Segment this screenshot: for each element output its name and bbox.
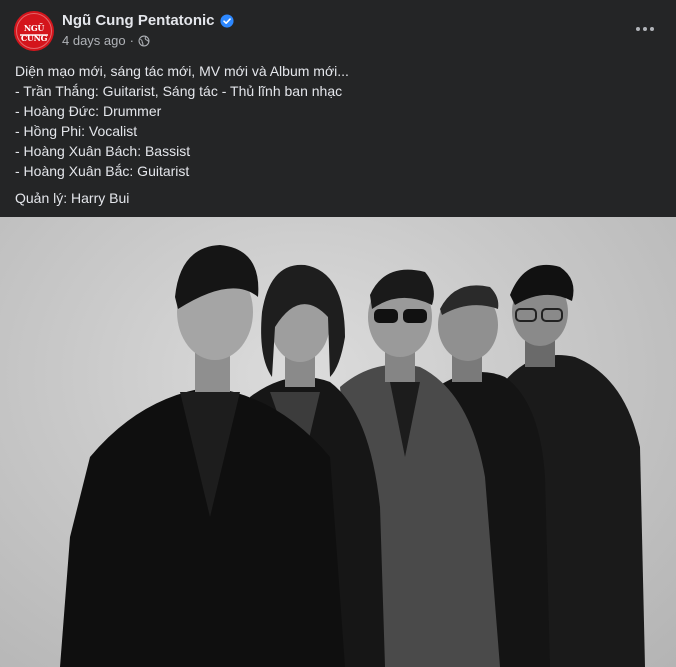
page-name-link[interactable]: Ngũ Cung Pentatonic [62, 12, 215, 29]
post-photo[interactable] [0, 217, 676, 667]
post-meta: 4 days ago · [62, 33, 150, 48]
facebook-post: NGŨ CUNG Ngũ Cung Pentatonic 4 days ago … [0, 0, 676, 667]
more-options-button[interactable] [630, 14, 660, 44]
verified-badge-icon [219, 13, 234, 28]
post-text-manager: Quản lý: Harry Bui [15, 190, 130, 206]
post-text: Diện mạo mới, sáng tác mới, MV mới và Al… [15, 61, 655, 208]
band-photo-illustration [60, 245, 645, 667]
avatar-logo-text: NGŨ CUNG [20, 23, 48, 43]
name-row: Ngũ Cung Pentatonic [62, 12, 234, 29]
post-text-line: Diện mạo mới, sáng tác mới, MV mới và Al… [15, 63, 349, 79]
page-avatar[interactable]: NGŨ CUNG [14, 11, 54, 51]
post-header: NGŨ CUNG Ngũ Cung Pentatonic 4 days ago … [0, 0, 676, 60]
post-text-line: - Hoàng Xuân Bắc: Guitarist [15, 163, 190, 179]
more-dot [636, 27, 640, 31]
post-text-line: - Hồng Phi: Vocalist [15, 123, 138, 139]
post-text-line: - Hoàng Đức: Drummer [15, 103, 162, 119]
meta-separator: · [129, 33, 134, 48]
more-dot [643, 27, 647, 31]
post-text-line: - Hoàng Xuân Bách: Bassist [15, 143, 191, 159]
post-text-line: - Trần Thắng: Guitarist, Sáng tác - Thủ … [15, 83, 343, 99]
more-dot [650, 27, 654, 31]
post-timestamp[interactable]: 4 days ago [62, 33, 126, 48]
globe-icon[interactable] [138, 35, 150, 47]
avatar-logo-underline [20, 34, 48, 36]
